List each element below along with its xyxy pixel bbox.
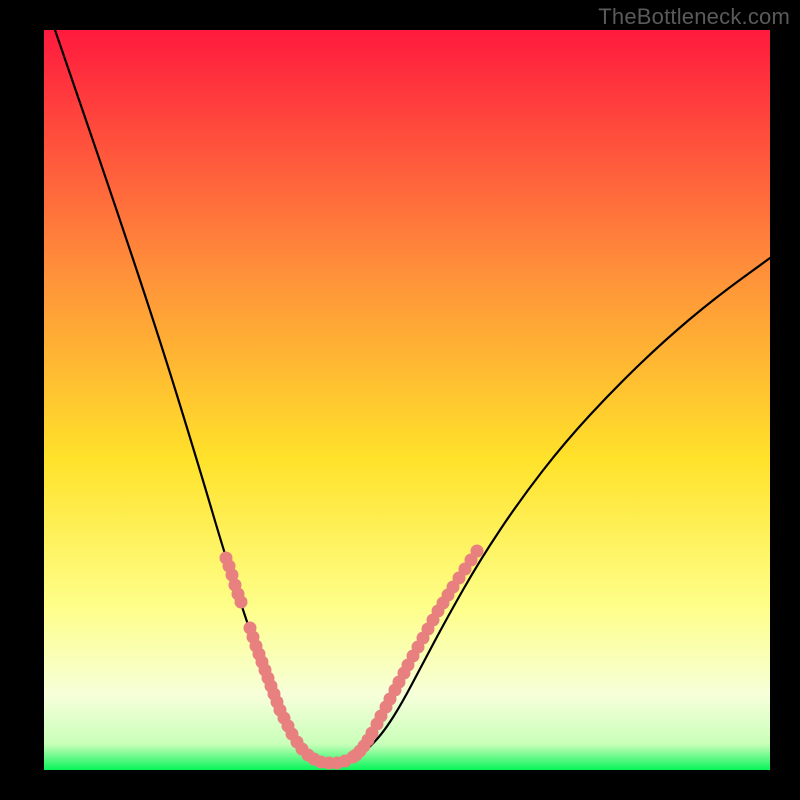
data-dot bbox=[235, 596, 248, 609]
chart-frame: TheBottleneck.com bbox=[0, 0, 800, 800]
data-dot bbox=[471, 545, 484, 558]
chart-svg bbox=[0, 0, 800, 800]
watermark-text: TheBottleneck.com bbox=[598, 4, 790, 30]
